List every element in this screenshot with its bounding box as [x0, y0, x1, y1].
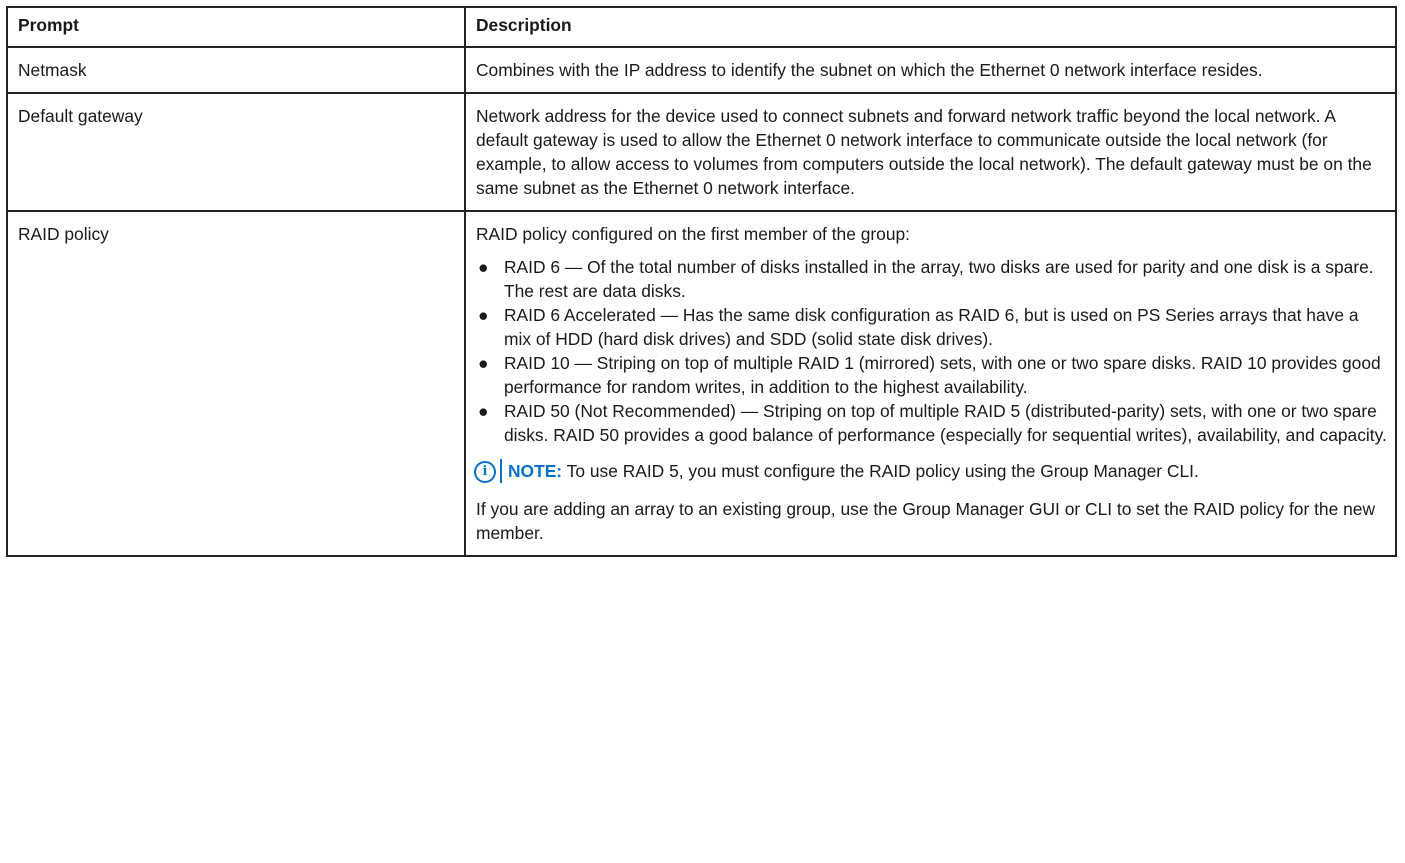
bullet-icon: ● [478, 401, 489, 421]
raid-closing-text: If you are adding an array to an existin… [476, 499, 1375, 543]
table-row-netmask: Netmask Combines with the IP address to … [6, 46, 1397, 94]
list-item: ● RAID 6 Accelerated — Has the same disk… [476, 303, 1387, 351]
table-row-raid-policy: RAID policy RAID policy configured on th… [6, 210, 1397, 557]
bullet-icon: ● [478, 257, 489, 277]
prompt-cell: Netmask [6, 46, 466, 94]
table-row-default-gateway: Default gateway Network address for the … [6, 92, 1397, 212]
list-item: ● RAID 10 — Striping on top of multiple … [476, 351, 1387, 399]
info-icon: i [474, 461, 496, 483]
note-label: NOTE: [508, 461, 563, 481]
description-text: Combines with the IP address to identify… [476, 60, 1263, 80]
prompt-cell: RAID policy [6, 210, 466, 557]
table-header-row: Prompt Description [6, 6, 1397, 48]
bullet-icon: ● [478, 353, 489, 373]
note-text: To use RAID 5, you must configure the RA… [562, 461, 1199, 481]
list-item: ● RAID 50 (Not Recommended) — Striping o… [476, 399, 1387, 447]
prompt-cell: Default gateway [6, 92, 466, 212]
column-header-description: Description [464, 6, 1397, 48]
list-item-text: RAID 6 — Of the total number of disks in… [504, 257, 1374, 301]
list-item: ● RAID 6 — Of the total number of disks … [476, 255, 1387, 303]
bullet-icon: ● [478, 305, 489, 325]
note-body: NOTE: To use RAID 5, you must configure … [508, 459, 1387, 483]
raid-level-list: ● RAID 6 — Of the total number of disks … [476, 255, 1387, 447]
list-item-text: RAID 6 Accelerated — Has the same disk c… [504, 305, 1359, 349]
description-cell: RAID policy configured on the first memb… [464, 210, 1397, 557]
note-divider [500, 459, 502, 483]
list-item-text: RAID 50 (Not Recommended) — Striping on … [504, 401, 1387, 445]
prompt-description-table: Prompt Description Netmask Combines with… [6, 6, 1397, 557]
raid-intro-text: RAID policy configured on the first memb… [476, 224, 911, 244]
column-header-prompt: Prompt [6, 6, 466, 48]
description-text: Network address for the device used to c… [476, 106, 1372, 198]
note-callout: i NOTE: To use RAID 5, you must configur… [474, 459, 1387, 483]
description-cell: Combines with the IP address to identify… [464, 46, 1397, 94]
description-cell: Network address for the device used to c… [464, 92, 1397, 212]
list-item-text: RAID 10 — Striping on top of multiple RA… [504, 353, 1381, 397]
